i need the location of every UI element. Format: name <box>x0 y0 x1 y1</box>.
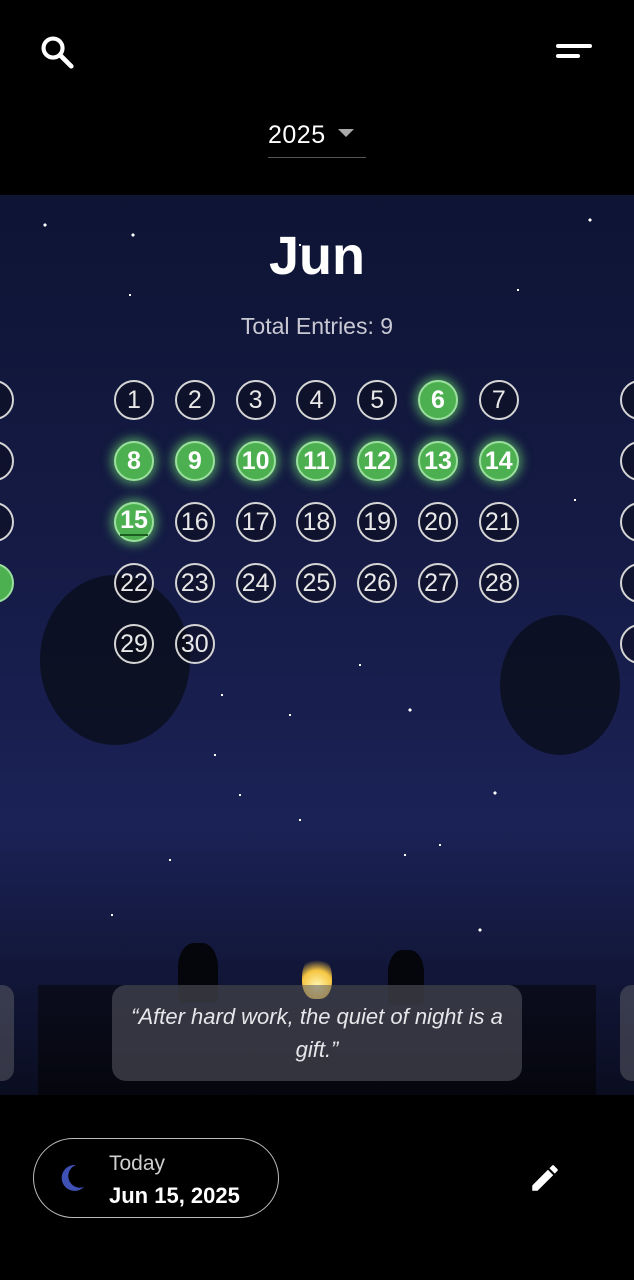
day-number: 24 <box>241 568 270 597</box>
day-number: 10 <box>241 446 270 475</box>
day-number: 18 <box>302 507 331 536</box>
edit-pencil-icon <box>532 1165 558 1191</box>
day-26[interactable]: 26 <box>357 563 398 603</box>
day-number: 11 <box>303 446 330 475</box>
top-bar: 2025 <box>0 0 634 195</box>
day-2[interactable]: 2 <box>174 380 215 420</box>
day-5[interactable]: 5 <box>357 380 398 420</box>
search-icon <box>41 36 74 69</box>
day-number: 8 <box>127 446 141 475</box>
day-number: 2 <box>187 385 202 414</box>
day-30[interactable]: 30 <box>174 624 215 664</box>
day-number: 7 <box>491 385 506 414</box>
day-number: 23 <box>180 568 209 597</box>
today-button[interactable]: Today Jun 15, 2025 <box>33 1138 279 1218</box>
day-27[interactable]: 27 <box>418 563 458 603</box>
quote-text: “After hard work, the quiet of night is … <box>131 1004 503 1062</box>
sort-menu-icon <box>556 44 592 58</box>
today-label: Today <box>109 1152 166 1175</box>
month-title: Jun <box>268 226 365 286</box>
day-number: 20 <box>424 507 452 536</box>
day-8[interactable]: 8 <box>114 441 154 481</box>
day-22[interactable]: 22 <box>114 563 154 603</box>
day-10[interactable]: 10 <box>235 441 276 481</box>
day-20[interactable]: 20 <box>418 502 458 542</box>
day-14[interactable]: 14 <box>478 441 519 481</box>
day-number: 25 <box>302 568 331 597</box>
day-3[interactable]: 3 <box>235 380 276 420</box>
search-button[interactable] <box>30 28 84 76</box>
day-number: 13 <box>424 446 452 475</box>
day-number: 5 <box>370 385 385 414</box>
day-19[interactable]: 19 <box>357 502 398 542</box>
day-12[interactable]: 12 <box>357 441 398 481</box>
day-number: 17 <box>241 507 270 536</box>
day-number: 22 <box>120 568 148 597</box>
moon-icon <box>61 1164 84 1191</box>
quote-card: “After hard work, the quiet of night is … <box>112 985 522 1081</box>
day-9[interactable]: 9 <box>174 441 215 481</box>
day-number: 4 <box>309 385 324 414</box>
day-number: 30 <box>180 629 209 658</box>
day-number: 12 <box>363 446 392 475</box>
day-number: 27 <box>424 568 452 597</box>
day-23[interactable]: 23 <box>174 563 215 603</box>
day-28[interactable]: 28 <box>478 563 519 603</box>
day-number: 29 <box>120 629 148 658</box>
day-29[interactable]: 29 <box>114 624 154 664</box>
month-carousel[interactable]: Jun Total Entries: 9 1 2 3 4 5 6 7 8 9 10 11 12 13 14… <box>0 195 634 1095</box>
day-7[interactable]: 7 <box>478 380 519 420</box>
year-value: 2025 <box>268 120 326 149</box>
day-number: 1 <box>127 385 141 414</box>
day-number: 21 <box>484 507 513 536</box>
day-15[interactable]: 15 <box>114 502 154 542</box>
tree-silhouette-left <box>40 575 190 745</box>
day-number: 15 <box>120 506 148 536</box>
day-number: 3 <box>248 385 263 414</box>
day-number: 28 <box>484 568 513 597</box>
day-number: 14 <box>484 446 513 475</box>
day-6[interactable]: 6 <box>418 380 458 420</box>
day-number: 6 <box>431 385 445 414</box>
day-1[interactable]: 1 <box>114 380 154 420</box>
next-month-quote-card <box>620 985 634 1081</box>
new-entry-button[interactable] <box>520 1153 570 1203</box>
sort-menu-button[interactable] <box>548 30 600 74</box>
today-date: Jun 15, 2025 <box>109 1183 240 1208</box>
tree-silhouette-right <box>500 615 620 755</box>
dropdown-caret-icon <box>338 129 354 137</box>
total-entries-label: Total Entries: 9 <box>240 313 394 339</box>
day-13[interactable]: 13 <box>418 441 458 481</box>
day-number: 16 <box>180 507 209 536</box>
day-21[interactable]: 21 <box>478 502 519 542</box>
year-dropdown[interactable]: 2025 <box>268 113 366 158</box>
day-16[interactable]: 16 <box>174 502 215 542</box>
day-17[interactable]: 17 <box>235 502 276 542</box>
day-number: 9 <box>187 446 202 475</box>
day-number: 19 <box>363 507 392 536</box>
prev-month-quote-card <box>0 985 14 1081</box>
day-24[interactable]: 24 <box>235 563 276 603</box>
day-number: 26 <box>363 568 392 597</box>
